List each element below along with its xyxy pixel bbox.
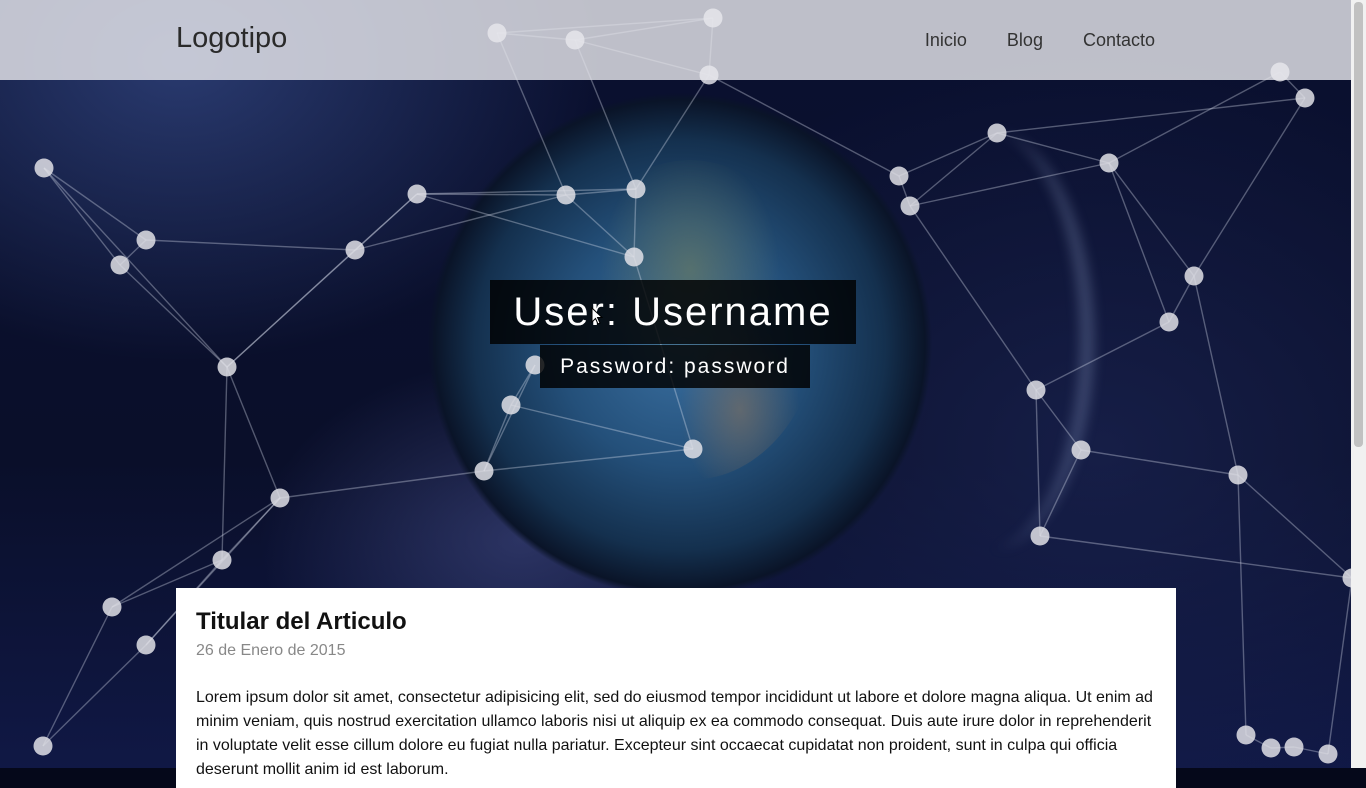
network-link: [42, 644, 147, 747]
network-node: [1228, 465, 1248, 485]
network-link: [1237, 474, 1247, 736]
network-link: [1035, 389, 1041, 537]
network-node: [889, 166, 909, 186]
network-node: [1071, 440, 1091, 460]
network-link: [633, 188, 637, 258]
network-node: [212, 550, 232, 570]
network-node: [407, 184, 427, 204]
network-node: [217, 357, 237, 377]
network-node: [626, 179, 646, 199]
network-link: [483, 364, 536, 472]
network-node: [501, 395, 521, 415]
network-link: [221, 366, 228, 561]
network-node: [136, 635, 156, 655]
network-node: [1318, 744, 1338, 764]
network-link: [1108, 162, 1170, 323]
network-link: [635, 74, 710, 190]
network-node: [1099, 153, 1119, 173]
mouse-cursor-icon: [591, 307, 604, 325]
hero-title: User: Username: [490, 280, 856, 344]
network-node: [1184, 266, 1204, 286]
network-link: [226, 193, 418, 368]
network-link: [1108, 162, 1195, 277]
network-link: [996, 132, 1110, 164]
network-link: [1039, 535, 1351, 579]
network-node: [1261, 738, 1281, 758]
top-header: Logotipo Inicio Blog Contacto: [0, 0, 1351, 80]
network-node: [136, 230, 156, 250]
network-link: [226, 366, 281, 499]
network-link: [1327, 580, 1351, 755]
network-link: [1080, 449, 1239, 476]
network-link: [43, 167, 121, 266]
network-link: [279, 470, 485, 499]
logo[interactable]: Logotipo: [176, 22, 287, 55]
network-node: [1284, 737, 1304, 757]
network-link: [119, 264, 228, 368]
network-link: [42, 606, 113, 747]
network-node: [624, 247, 644, 267]
network-link: [1193, 97, 1306, 277]
network-link: [1193, 275, 1239, 476]
vertical-scrollbar[interactable]: [1351, 0, 1366, 768]
network-link: [708, 74, 900, 177]
network-link: [898, 132, 998, 177]
network-link: [1035, 321, 1170, 391]
network-link: [909, 132, 998, 207]
network-node: [1159, 312, 1179, 332]
network-link: [996, 97, 1306, 134]
main-nav: Inicio Blog Contacto: [925, 30, 1155, 51]
network-link: [510, 404, 694, 450]
network-link: [909, 162, 1110, 207]
network-node: [1026, 380, 1046, 400]
scrollbar-thumb[interactable]: [1354, 2, 1363, 447]
network-link: [909, 205, 1037, 391]
network-node: [987, 123, 1007, 143]
hero-subtitle: Password: password: [540, 345, 810, 388]
network-link: [145, 239, 356, 251]
article-date: 26 de Enero de 2015: [196, 642, 346, 659]
nav-inicio[interactable]: Inicio: [925, 30, 967, 51]
network-node: [102, 597, 122, 617]
network-node: [1295, 88, 1315, 108]
nav-blog[interactable]: Blog: [1007, 30, 1043, 51]
network-node: [1236, 725, 1256, 745]
network-link: [483, 448, 694, 472]
network-link: [1237, 474, 1351, 579]
article-title[interactable]: Titular del Articulo: [196, 608, 1156, 636]
network-node: [270, 488, 290, 508]
article-card: Titular del Articulo 26 de Enero de 2015…: [176, 588, 1176, 788]
network-node: [1030, 526, 1050, 546]
network-node: [345, 240, 365, 260]
network-node: [34, 158, 54, 178]
network-node: [900, 196, 920, 216]
network-node: [33, 736, 53, 756]
network-link: [43, 167, 147, 241]
network-link: [43, 167, 228, 368]
network-node: [474, 461, 494, 481]
network-node: [110, 255, 130, 275]
network-link: [1039, 449, 1082, 537]
network-node: [683, 439, 703, 459]
network-node: [556, 185, 576, 205]
nav-contacto[interactable]: Contacto: [1083, 30, 1155, 51]
network-link: [1035, 389, 1082, 451]
